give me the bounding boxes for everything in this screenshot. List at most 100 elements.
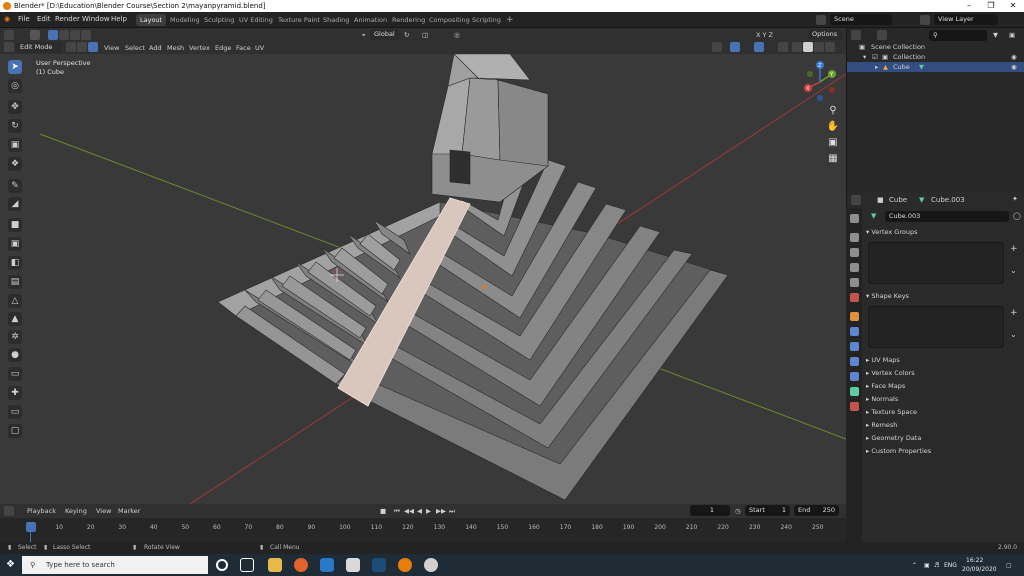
menu-render[interactable]: Render [55,15,80,23]
transform-orientation[interactable]: Global [370,29,400,40]
display-mode-icon[interactable] [877,30,887,40]
zoom-icon[interactable]: ⚲ [826,104,840,118]
menu-timeline-view[interactable]: View [96,505,111,517]
menu-view[interactable]: View [104,42,119,54]
playhead[interactable] [26,522,36,532]
mirror-axes[interactable]: X Y Z [756,29,773,41]
transform-tool-icon[interactable]: ❖ [8,157,22,171]
eye-icon[interactable]: ◉ [1011,62,1017,72]
loop-cut-tool-icon[interactable]: ▤ [8,275,22,289]
material-tab-icon[interactable] [850,402,859,411]
scale-tool-icon[interactable]: ▣ [8,138,22,152]
edge-select-icon[interactable] [77,42,87,52]
start-frame-field[interactable]: Start 1 [745,505,790,516]
menu-keying[interactable]: Keying [65,505,87,517]
maximize-icon[interactable]: ❐ [980,0,1002,12]
navigation-gizmo[interactable]: X Y Z [800,60,840,102]
annotate-tool-icon[interactable]: ✎ [8,179,22,193]
stop-icon[interactable]: ■ [380,505,386,517]
mail-icon[interactable] [320,558,334,572]
taskbar-search-input[interactable]: ⚲ Type here to search [22,556,208,574]
rip-tool-icon[interactable]: ▢ [8,424,22,438]
language-indicator[interactable]: ENG [944,562,957,569]
snap-icon[interactable]: ◫ [422,29,428,41]
tab-texture-paint[interactable]: Texture Paint [274,14,324,26]
firefox-icon[interactable] [294,558,308,572]
knife-tool-icon[interactable]: △ [8,294,22,308]
fake-user-icon[interactable]: ◯ [1013,212,1021,220]
output-tab-icon[interactable] [850,248,859,257]
select-mode-subtract-icon[interactable] [70,30,80,40]
tab-uv-editing[interactable]: UV Editing [235,14,277,26]
scene-tab-icon[interactable] [850,278,859,287]
camera-view-icon[interactable]: ▣ [826,136,840,150]
cursor-tool-icon[interactable]: ◎ [8,79,22,93]
panel-custom-properties[interactable]: ▸ Custom Properties [866,446,1022,457]
menu-edge[interactable]: Edge [215,42,231,54]
measure-tool-icon[interactable]: ◢ [8,197,22,211]
add-vertex-group-icon[interactable]: + [1010,244,1018,254]
outliner-editor-icon[interactable] [851,30,861,40]
current-frame-field[interactable]: 1 [690,505,730,516]
select-mode-extend-icon[interactable] [59,30,69,40]
view-object-types-icon[interactable] [712,42,722,52]
outliner-row-collection[interactable]: ▾ ☑ ▣ Collection ◉ [847,52,1024,62]
steam-icon[interactable] [372,558,386,572]
store-icon[interactable] [346,558,360,572]
tray-chevron-icon[interactable]: ⌃ [912,562,917,569]
add-workspace-icon[interactable]: + [502,14,518,26]
render-tab-icon[interactable] [850,233,859,242]
panel-vertex-groups[interactable]: ▾ Vertex Groups [866,227,1022,238]
expand-icon[interactable]: ▾ [863,52,866,62]
mode-dropdown[interactable]: Edit Mode [16,42,62,53]
outliner-row-scene-collection[interactable]: ▣ Scene Collection [847,42,1024,52]
tool-tab-icon[interactable] [850,214,859,223]
tab-compositing[interactable]: Compositing [425,14,474,26]
bevel-tool-icon[interactable]: ◧ [8,256,22,270]
windows-start-icon[interactable]: ❖ [6,559,15,570]
options-dropdown[interactable]: Options [808,29,842,40]
pivot-icon[interactable]: ↻ [404,29,409,41]
vertex-groups-list[interactable] [868,242,1004,284]
menu-add[interactable]: Add [149,42,162,54]
tab-layout[interactable]: Layout [136,14,167,26]
menu-select[interactable]: Select [125,42,145,54]
menu-mesh[interactable]: Mesh [167,42,184,54]
vertex-group-menu-icon[interactable]: ⌄ [1010,266,1017,275]
tab-modeling[interactable]: Modeling [166,14,204,26]
tab-rendering[interactable]: Rendering [388,14,429,26]
view-layer-field[interactable]: View Layer [934,14,998,25]
overlay-toggle-icon[interactable] [754,42,764,52]
network-icon[interactable]: ▣ [924,562,930,569]
menu-face[interactable]: Face [236,42,251,54]
pan-hand-icon[interactable]: ✋ [826,120,840,134]
modifier-tab-icon[interactable] [850,327,859,336]
blender-menu-icon[interactable]: ◉ [4,15,10,23]
prev-key-icon[interactable]: ◀◀ [404,505,414,517]
panel-shape-keys[interactable]: ▾ Shape Keys [866,291,1022,302]
rotate-tool-icon[interactable]: ↻ [8,119,22,133]
mesh-data-tab-icon[interactable] [850,387,859,396]
task-view-icon[interactable] [240,558,254,572]
particles-tab-icon[interactable] [850,342,859,351]
panel-normals[interactable]: ▸ Normals [866,394,1022,405]
menu-edit[interactable]: Edit [37,15,51,23]
menu-uv[interactable]: UV [255,42,264,54]
add-shape-key-icon[interactable]: + [1010,308,1018,318]
object-tab-icon[interactable] [850,312,859,321]
tab-animation[interactable]: Animation [350,14,391,26]
proportional-edit-icon[interactable]: ◎ [454,29,460,41]
shape-keys-list[interactable] [868,306,1004,348]
shrink-fatten-tool-icon[interactable]: ✚ [8,386,22,400]
menu-help[interactable]: Help [111,15,127,23]
outliner-search-input[interactable]: ⚲ [929,30,987,41]
ortho-grid-icon[interactable]: ▦ [826,152,840,166]
tab-scripting[interactable]: Scripting [468,14,505,26]
new-collection-icon[interactable]: ▣ [1009,29,1015,41]
select-mode-invert-icon[interactable] [81,30,91,40]
view-layer-icon[interactable] [920,15,930,25]
gizmo-toggle-icon[interactable] [730,42,740,52]
menu-window[interactable]: Window [82,15,110,23]
constraints-tab-icon[interactable] [850,372,859,381]
cortana-icon[interactable] [216,559,228,571]
